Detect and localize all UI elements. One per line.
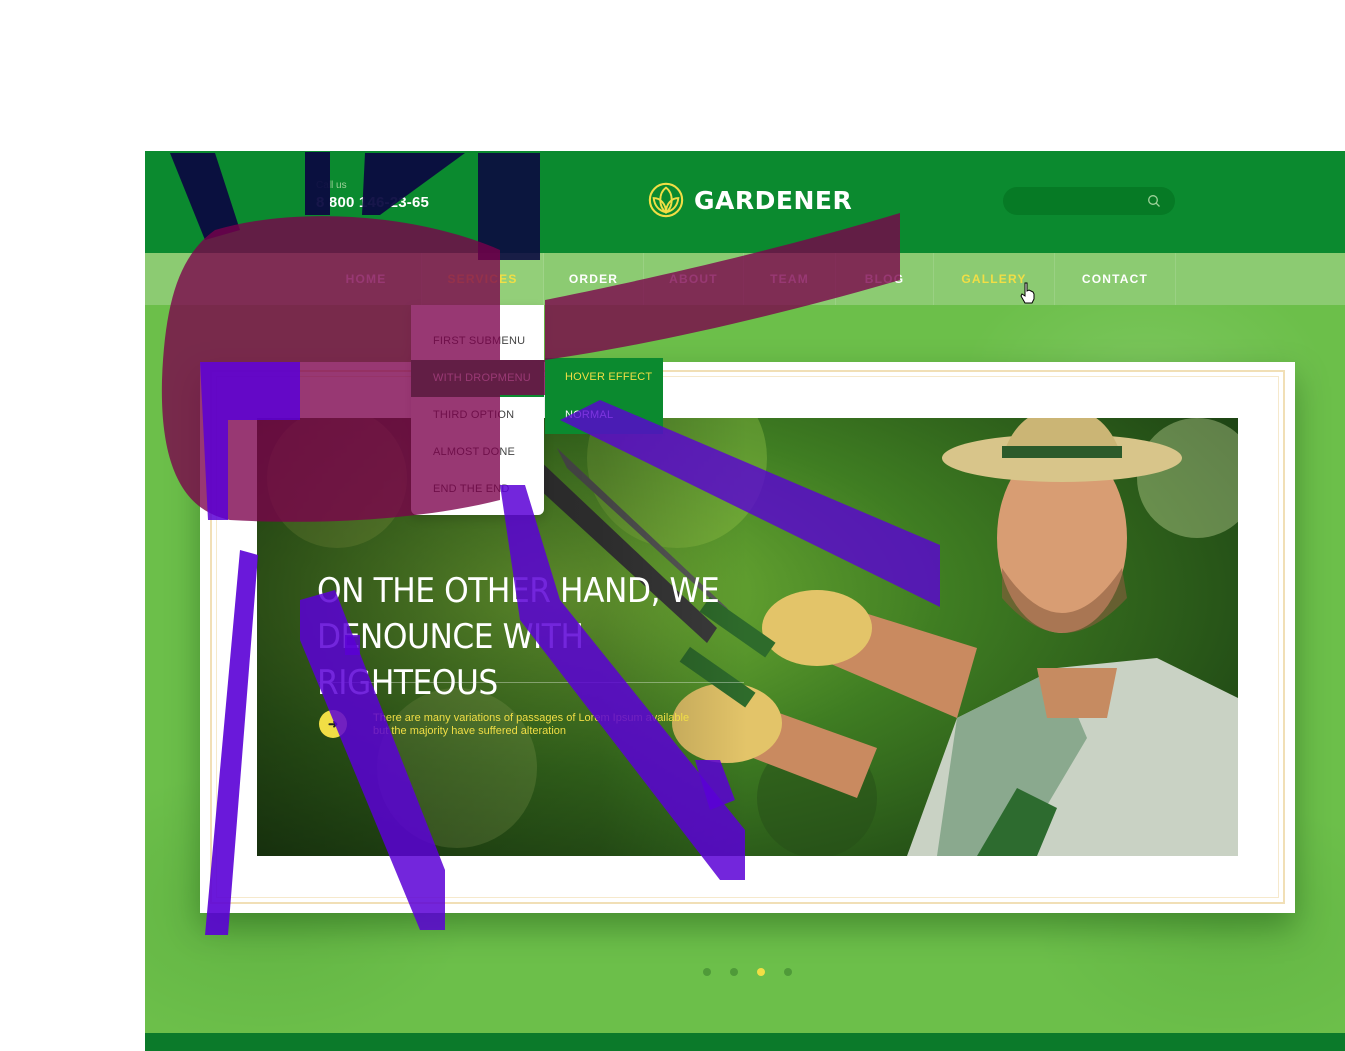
hero-divider	[319, 682, 744, 683]
hand-cursor-icon	[1020, 282, 1035, 304]
subdropdown-item-normal[interactable]: NORMAL	[545, 396, 663, 434]
dropdown-item-end-the-end[interactable]: END THE END	[411, 471, 544, 508]
hero-arrow-button[interactable]: ➜	[319, 710, 347, 738]
footer-bar	[145, 1033, 1345, 1051]
hero-description-line-2: but the majority have suffered alteratio…	[373, 725, 567, 737]
main-nav: HOME SERVICES ORDER ABOUT TEAM BLOG GALL…	[145, 253, 1345, 305]
services-dropdown: FIRST SUBMENU WITH DROPMENU THIRD OPTION…	[411, 305, 544, 515]
sub-dropdown: HOVER EFFECT NORMAL	[545, 358, 663, 434]
slider-pagination	[703, 968, 792, 976]
slider-dot[interactable]	[703, 968, 711, 976]
hero-title-line-2: DENOUNCE WITH RIGHTEOUS	[317, 617, 584, 703]
logo[interactable]: GARDENER	[647, 181, 852, 219]
nav-item-blog[interactable]: BLOG	[836, 253, 934, 305]
nav-item-gallery[interactable]: GALLERY	[934, 253, 1055, 305]
leaf-logo-icon	[648, 182, 684, 218]
nav-item-team[interactable]: TEAM	[744, 253, 836, 305]
slider-dot[interactable]	[730, 968, 738, 976]
search-icon[interactable]	[1147, 194, 1161, 208]
dropdown-item-third-option[interactable]: THIRD OPTION	[411, 397, 544, 434]
nav-item-contact[interactable]: CONTACT	[1055, 253, 1176, 305]
dropdown-item-first-submenu[interactable]: FIRST SUBMENU	[411, 323, 544, 360]
hero-title: ON THE OTHER HAND, WE DENOUNCE WITH RIGH…	[317, 568, 740, 706]
nav-item-home[interactable]: HOME	[311, 253, 422, 305]
website: Call us 8 800 146-23-65 GARDENER HOME SE…	[145, 151, 1345, 1051]
subdropdown-item-hover-effect[interactable]: HOVER EFFECT	[545, 358, 663, 396]
hero-description-line-1: There are many variations of passages of…	[373, 712, 690, 724]
nav-item-order[interactable]: ORDER	[544, 253, 644, 305]
logo-text: GARDENER	[694, 185, 853, 215]
hero-title-line-1: ON THE OTHER HAND, WE	[317, 571, 720, 611]
hero-description: There are many variations of passages of…	[373, 712, 703, 738]
slider-dot-active[interactable]	[757, 968, 765, 976]
dropdown-item-almost-done[interactable]: ALMOST DONE	[411, 434, 544, 471]
call-us-label: Call us	[316, 180, 347, 191]
nav-item-about[interactable]: ABOUT	[644, 253, 744, 305]
site-header: Call us 8 800 146-23-65 GARDENER	[145, 151, 1345, 253]
nav-item-services[interactable]: SERVICES	[422, 253, 544, 305]
slider-dot[interactable]	[784, 968, 792, 976]
arrow-right-icon: ➜	[327, 717, 339, 731]
dropdown-item-with-dropmenu[interactable]: WITH DROPMENU	[411, 360, 544, 397]
hero-slide: ON THE OTHER HAND, WE DENOUNCE WITH RIGH…	[257, 418, 1238, 856]
phone-number[interactable]: 8 800 146-23-65	[316, 194, 429, 211]
